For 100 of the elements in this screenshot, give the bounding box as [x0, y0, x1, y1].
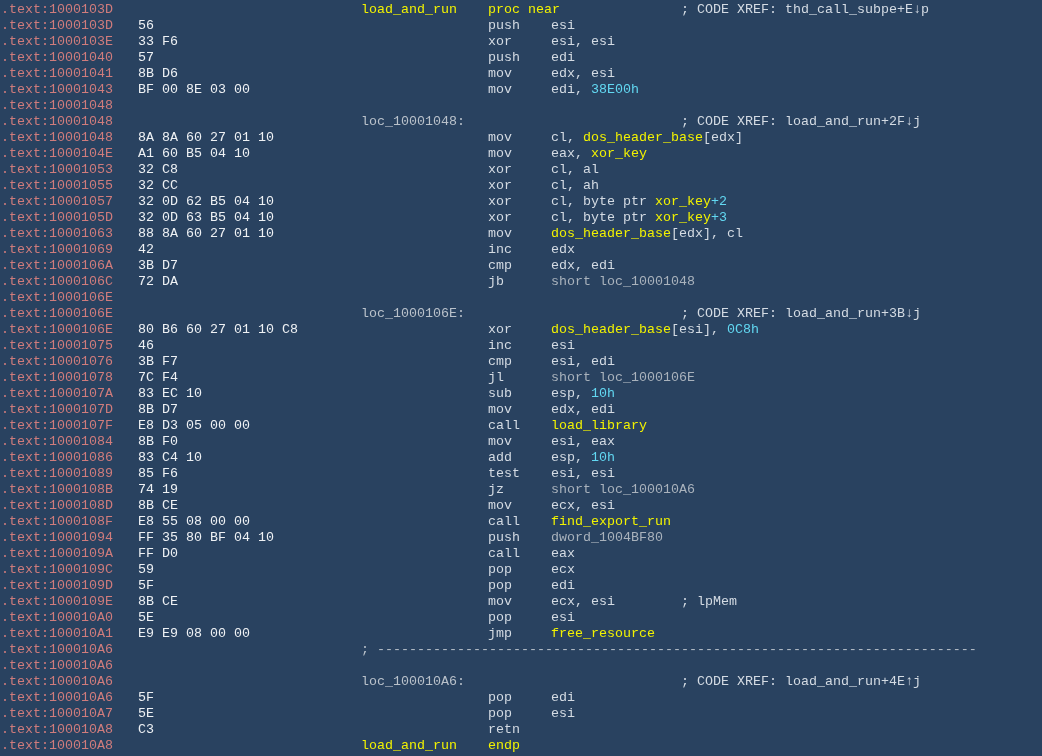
instruction-operand: esi, esi: [551, 466, 615, 482]
instruction-mnemonic: cmp: [488, 258, 512, 273]
opcode-bytes: 32 0D 62 B5 04 10: [138, 194, 274, 209]
address-text: .text:100010A6: [1, 674, 113, 690]
address-text: .text:100010A6: [1, 642, 113, 658]
instruction-mnemonic: proc near: [488, 2, 560, 17]
address-text: .text:10001094: [1, 530, 113, 546]
address-text: .text:1000106A: [1, 258, 113, 274]
instruction-mnemonic: cmp: [488, 354, 512, 369]
opcode-bytes: 57: [138, 50, 154, 65]
instruction-operand: edx, edi: [551, 402, 615, 418]
opcode-bytes: E8 D3 05 00 00: [138, 418, 250, 433]
instruction-mnemonic: push: [488, 530, 520, 545]
instruction-operand: esp, 10h: [551, 450, 615, 466]
address-text: .text:10001078: [1, 370, 113, 386]
address-text: .text:1000108D: [1, 498, 113, 514]
instruction-operand: ecx, esi: [551, 594, 615, 610]
instruction-mnemonic: sub: [488, 386, 512, 401]
instruction-mnemonic: xor: [488, 322, 512, 337]
address-text: .text:100010A7: [1, 706, 113, 722]
address-text: .text:10001075: [1, 338, 113, 354]
address-text: .text:1000108B: [1, 482, 113, 498]
address-text: .text:1000108F: [1, 514, 113, 530]
instruction-operand: short loc_10001048: [551, 274, 695, 290]
instruction-mnemonic: mov: [488, 594, 512, 609]
address-text: .text:10001041: [1, 66, 113, 82]
opcode-bytes: 74 19: [138, 482, 178, 497]
address-text: .text:100010A0: [1, 610, 113, 626]
address-text: .text:10001055: [1, 178, 113, 194]
instruction-operand: ecx: [551, 562, 575, 578]
opcode-bytes: 83 EC 10: [138, 386, 202, 401]
code-label: load_and_run: [361, 2, 457, 17]
opcode-bytes: 32 C8: [138, 162, 178, 177]
address-text: .text:100010A8: [1, 722, 113, 738]
opcode-bytes: 5F: [138, 578, 154, 593]
address-text: .text:10001048: [1, 114, 113, 130]
instruction-mnemonic: add: [488, 450, 512, 465]
opcode-bytes: BF 00 8E 03 00: [138, 82, 250, 97]
instruction-operand: eax, xor_key: [551, 146, 647, 162]
instruction-mnemonic: test: [488, 466, 520, 481]
instruction-operand: edx, esi: [551, 66, 615, 82]
instruction-operand: esi: [551, 706, 575, 722]
address-text: .text:10001076: [1, 354, 113, 370]
instruction-operand: edi, 38E00h: [551, 82, 639, 98]
instruction-mnemonic: jmp: [488, 626, 512, 641]
instruction-mnemonic: mov: [488, 82, 512, 97]
instruction-mnemonic: pop: [488, 578, 512, 593]
instruction-mnemonic: mov: [488, 402, 512, 417]
address-text: .text:1000106E: [1, 322, 113, 338]
address-text: .text:10001089: [1, 466, 113, 482]
address-text: .text:1000109E: [1, 594, 113, 610]
address-text: .text:10001040: [1, 50, 113, 66]
opcode-bytes: 88 8A 60 27 01 10: [138, 226, 274, 241]
code-label: loc_10001048:: [361, 114, 465, 129]
address-text: .text:10001053: [1, 162, 113, 178]
opcode-bytes: A1 60 B5 04 10: [138, 146, 250, 161]
instruction-operand: free_resource: [551, 626, 655, 642]
address-text: .text:10001063: [1, 226, 113, 242]
code-comment: ; lpMem: [681, 594, 737, 610]
address-text: .text:10001043: [1, 82, 113, 98]
instruction-operand: esi, esi: [551, 34, 615, 50]
instruction-mnemonic: mov: [488, 498, 512, 513]
instruction-operand: dos_header_base[edx], cl: [551, 226, 743, 242]
address-text: .text:10001086: [1, 450, 113, 466]
opcode-bytes: FF D0: [138, 546, 178, 561]
code-comment: ; CODE XREF: load_and_run+4E↑j: [681, 674, 921, 690]
instruction-operand: esi, eax: [551, 434, 615, 450]
opcode-bytes: C3: [138, 722, 154, 737]
opcode-bytes: 32 CC: [138, 178, 178, 193]
instruction-mnemonic: mov: [488, 130, 512, 145]
address-text: .text:10001084: [1, 434, 113, 450]
opcode-bytes: 83 C4 10: [138, 450, 202, 465]
instruction-mnemonic: jl: [488, 370, 504, 385]
instruction-mnemonic: xor: [488, 178, 512, 193]
address-text: .text:1000103D: [1, 2, 113, 18]
opcode-bytes: E8 55 08 00 00: [138, 514, 250, 529]
instruction-mnemonic: mov: [488, 146, 512, 161]
address-text: .text:1000106E: [1, 290, 113, 306]
opcode-bytes: 33 F6: [138, 34, 178, 49]
opcode-bytes: 5E: [138, 610, 154, 625]
instruction-operand: esi, edi: [551, 354, 615, 370]
address-text: .text:1000103D: [1, 18, 113, 34]
instruction-operand: short loc_1000106E: [551, 370, 695, 386]
address-text: .text:1000107F: [1, 418, 113, 434]
instruction-operand: esi: [551, 610, 575, 626]
opcode-bytes: 8B D7: [138, 402, 178, 417]
instruction-mnemonic: mov: [488, 434, 512, 449]
instruction-operand: cl, ah: [551, 178, 599, 194]
code-label: loc_1000106E:: [361, 306, 465, 321]
instruction-operand: cl, al: [551, 162, 599, 178]
instruction-mnemonic: push: [488, 18, 520, 33]
address-text: .text:1000109A: [1, 546, 113, 562]
address-text: .text:100010A8: [1, 738, 113, 754]
address-text: .text:1000104E: [1, 146, 113, 162]
code-label: loc_100010A6:: [361, 674, 465, 689]
opcode-bytes: E9 E9 08 00 00: [138, 626, 250, 641]
code-comment: ; CODE XREF: thd_call_subpe+E↓p: [681, 2, 929, 18]
address-text: .text:1000106C: [1, 274, 113, 290]
address-text: .text:1000107D: [1, 402, 113, 418]
instruction-operand: edi: [551, 690, 575, 706]
